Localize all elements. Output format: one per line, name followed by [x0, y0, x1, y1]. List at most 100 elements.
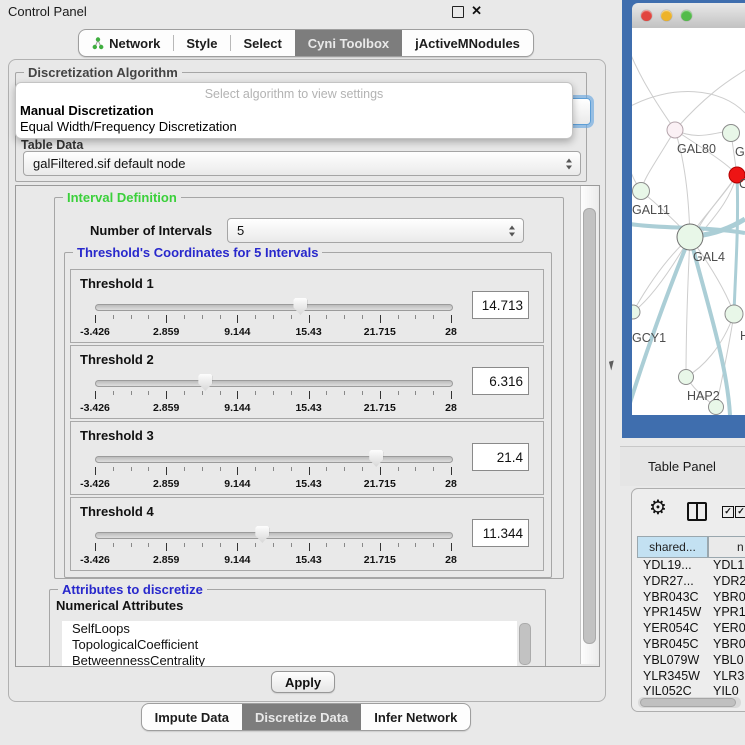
table-data-select[interactable]: galFiltered.sif default node: [23, 151, 581, 176]
threshold-value-field[interactable]: [472, 367, 529, 395]
table-data-label: Table Data: [21, 138, 83, 152]
tick-label: 28: [445, 402, 457, 414]
slider-track[interactable]: [95, 456, 453, 463]
slider-thumb[interactable]: [255, 526, 269, 543]
float-window-icon[interactable]: [452, 6, 464, 18]
tick-mark: [344, 467, 345, 471]
column-header-name[interactable]: n: [708, 536, 745, 558]
network-node[interactable]: [679, 370, 694, 385]
threshold-slider[interactable]: -3.4262.8599.14415.4321.71528: [95, 374, 451, 416]
threshold-slider[interactable]: -3.4262.8599.14415.4321.71528: [95, 526, 451, 568]
tick-mark: [95, 315, 96, 323]
numerical-attributes-list[interactable]: SelfLoopsTopologicalCoefficientBetweenne…: [62, 621, 517, 667]
zoom-traffic-light-icon[interactable]: [681, 10, 692, 21]
table-row[interactable]: YLR345WYLR3: [637, 669, 745, 685]
tick-mark: [237, 543, 238, 551]
threshold-value-field[interactable]: [472, 443, 529, 471]
tab-infer-network[interactable]: Infer Network: [361, 704, 470, 730]
close-traffic-light-icon[interactable]: [641, 10, 652, 21]
tick-mark: [309, 315, 310, 323]
table-rows[interactable]: YDL19...YDL1YDR27...YDR2YBR043CYBR0YPR14…: [637, 558, 745, 698]
table-row[interactable]: YER054CYER0: [637, 621, 745, 637]
tick-mark: [255, 543, 256, 547]
slider-track[interactable]: [95, 532, 453, 539]
screenshot-root: { "icons": {"gear": "\u2699", "close": "…: [0, 0, 745, 745]
cell-shared-name: YBR045C: [643, 637, 699, 651]
apply-button[interactable]: Apply: [271, 671, 335, 693]
dropdown-option-manual[interactable]: Manual Discretization: [20, 103, 154, 118]
tick-mark: [415, 315, 416, 319]
tick-mark: [95, 391, 96, 399]
table-row[interactable]: YBR043CYBR0: [637, 590, 745, 606]
threshold-label: Threshold 3: [80, 428, 154, 443]
network-node[interactable]: [725, 305, 743, 323]
number-of-intervals-select[interactable]: 5: [227, 218, 524, 243]
tab-discretize-data[interactable]: Discretize Data: [242, 704, 361, 730]
tab-network[interactable]: Network: [79, 30, 173, 56]
table-row[interactable]: YIL052CYIL0: [637, 684, 745, 698]
slider-thumb[interactable]: [293, 298, 307, 315]
tick-label: 15.43: [295, 554, 321, 566]
panel-scrollbar-thumb[interactable]: [583, 208, 596, 644]
network-node[interactable]: [677, 224, 703, 250]
tab-jactivemnodules[interactable]: jActiveMNodules: [402, 30, 533, 56]
network-window-titlebar[interactable]: [632, 3, 745, 29]
table-data-value: galFiltered.sif default node: [33, 156, 185, 171]
network-node[interactable]: [667, 122, 683, 138]
top-tabs: NetworkStyleSelectCyni ToolboxjActiveMNo…: [78, 29, 534, 57]
slider-thumb[interactable]: [369, 450, 383, 467]
tick-label: 21.715: [364, 478, 396, 490]
tab-style[interactable]: Style: [173, 30, 230, 56]
tick-mark: [344, 543, 345, 547]
thresholds-group-title: Threshold's Coordinates for 5 Intervals: [73, 245, 322, 260]
attributes-group: Attributes to discretize Numerical Attri…: [49, 589, 546, 667]
tick-mark: [309, 467, 310, 475]
tick-mark: [273, 543, 274, 547]
table-row[interactable]: YPR145WYPR1: [637, 605, 745, 621]
checkbox-icon[interactable]: ✓: [735, 506, 745, 518]
close-icon[interactable]: ✕: [471, 3, 482, 19]
tick-mark: [433, 391, 434, 395]
minimize-traffic-light-icon[interactable]: [661, 10, 672, 21]
tab-impute-data[interactable]: Impute Data: [142, 704, 242, 730]
table-panel-header: Table Panel: [620, 446, 745, 486]
table-row[interactable]: YBR045CYBR0: [637, 637, 745, 653]
slider-track[interactable]: [95, 380, 453, 387]
tick-label: 9.144: [224, 478, 250, 490]
tab-cyni-toolbox[interactable]: Cyni Toolbox: [295, 30, 402, 56]
table-row[interactable]: YDR27...YDR2: [637, 574, 745, 590]
network-node[interactable]: [723, 125, 740, 142]
table-row[interactable]: YDL19...YDL1: [637, 558, 745, 574]
slider-tick-labels: -3.4262.8599.14415.4321.71528: [95, 554, 451, 566]
column-header-shared[interactable]: shared...: [637, 536, 708, 558]
threshold-value-field[interactable]: [472, 291, 529, 319]
slider-track[interactable]: [95, 304, 453, 311]
network-canvas[interactable]: GAL80GACGAL11GAL4GCY1HHAP2: [632, 28, 745, 415]
tab-select[interactable]: Select: [230, 30, 294, 56]
table-hscrollbar-thumb[interactable]: [640, 698, 736, 707]
tick-label: 2.859: [153, 402, 179, 414]
tick-mark: [202, 467, 203, 471]
tick-mark: [398, 543, 399, 547]
network-node[interactable]: [633, 183, 650, 200]
threshold-slider[interactable]: -3.4262.8599.14415.4321.71528: [95, 298, 451, 340]
attribute-list-item[interactable]: SelfLoops: [62, 621, 517, 637]
tick-mark: [95, 467, 96, 475]
checkbox-icon[interactable]: ✓: [722, 506, 734, 518]
attribute-list-item[interactable]: BetweennessCentrality: [62, 653, 517, 667]
slider-thumb[interactable]: [198, 374, 212, 391]
threshold-value-field[interactable]: [472, 519, 529, 547]
table-row[interactable]: YBL079WYBL0: [637, 653, 745, 669]
tick-mark: [202, 315, 203, 319]
threshold-slider[interactable]: -3.4262.8599.14415.4321.71528: [95, 450, 451, 492]
gear-icon[interactable]: ⚙: [649, 495, 667, 520]
columns-icon[interactable]: [687, 502, 707, 521]
dropdown-option-equal-width[interactable]: Equal Width/Frequency Discretization: [20, 119, 237, 134]
table-hscrollbar-track[interactable]: [638, 697, 741, 708]
tick-label: 15.43: [295, 402, 321, 414]
attribute-list-item[interactable]: TopologicalCoefficient: [62, 637, 517, 653]
network-node-label: GAL11: [632, 203, 670, 217]
tick-mark: [237, 467, 238, 475]
attributes-list-scrollbar[interactable]: [519, 623, 531, 665]
panel-scrollbar-track[interactable]: [580, 186, 598, 664]
